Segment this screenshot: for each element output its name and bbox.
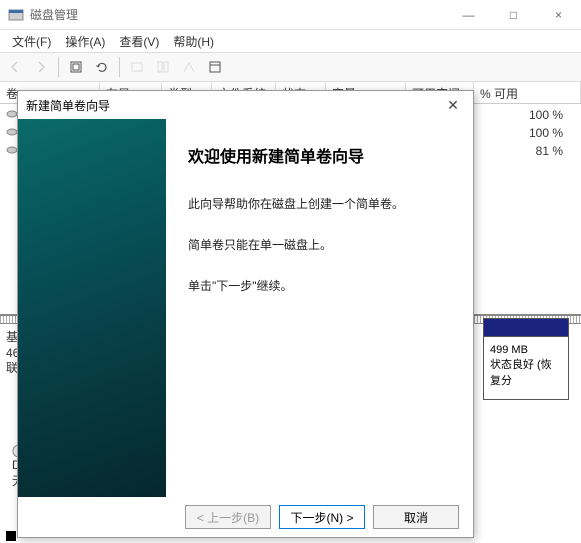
new-simple-volume-wizard: 新建简单卷向导 ✕ 欢迎使用新建简单卷向导 此向导帮助你在磁盘上创建一个简单卷。… <box>17 90 474 538</box>
action3-icon <box>178 56 200 78</box>
refresh-icon[interactable] <box>65 56 87 78</box>
title-bar: 磁盘管理 — □ × <box>0 0 581 30</box>
partition-box[interactable]: 499 MB 状态良好 (恢复分 <box>483 318 569 400</box>
next-button[interactable]: 下一步(N) > <box>279 505 365 529</box>
close-icon[interactable]: ✕ <box>441 97 465 114</box>
partition-header <box>483 318 569 336</box>
col-pct[interactable]: % 可用 <box>474 82 581 103</box>
menu-help[interactable]: 帮助(H) <box>167 31 220 52</box>
action2-icon <box>152 56 174 78</box>
cancel-button[interactable]: 取消 <box>373 505 459 529</box>
toolbar <box>0 52 581 82</box>
window-title: 磁盘管理 <box>30 6 446 23</box>
wizard-title: 新建简单卷向导 <box>26 97 441 114</box>
partition-size: 499 MB <box>490 343 562 358</box>
pct-value: 100 % <box>529 108 563 122</box>
rescan-icon[interactable] <box>91 56 113 78</box>
minimize-button[interactable]: — <box>446 0 491 29</box>
menu-view[interactable]: 查看(V) <box>113 31 165 52</box>
app-icon <box>8 7 24 23</box>
legend <box>6 531 16 541</box>
separator <box>119 57 120 77</box>
close-button[interactable]: × <box>536 0 581 29</box>
pct-value: 81 % <box>536 144 563 158</box>
wizard-text: 单击"下一步"继续。 <box>188 277 455 296</box>
forward-icon <box>30 56 52 78</box>
wizard-text: 此向导帮助你在磁盘上创建一个简单卷。 <box>188 195 455 214</box>
action1-icon <box>126 56 148 78</box>
back-icon <box>4 56 26 78</box>
wizard-text: 简单卷只能在单一磁盘上。 <box>188 236 455 255</box>
pct-value: 100 % <box>529 126 563 140</box>
legend-swatch <box>6 531 16 541</box>
partition-status: 状态良好 (恢复分 <box>490 358 562 389</box>
wizard-banner <box>18 119 166 497</box>
menu-file[interactable]: 文件(F) <box>6 31 57 52</box>
maximize-button[interactable]: □ <box>491 0 536 29</box>
menu-action[interactable]: 操作(A) <box>59 31 111 52</box>
separator <box>58 57 59 77</box>
menu-bar: 文件(F) 操作(A) 查看(V) 帮助(H) <box>0 30 581 52</box>
wizard-heading: 欢迎使用新建简单卷向导 <box>188 143 455 167</box>
properties-icon[interactable] <box>204 56 226 78</box>
back-button: < 上一步(B) <box>185 505 271 529</box>
